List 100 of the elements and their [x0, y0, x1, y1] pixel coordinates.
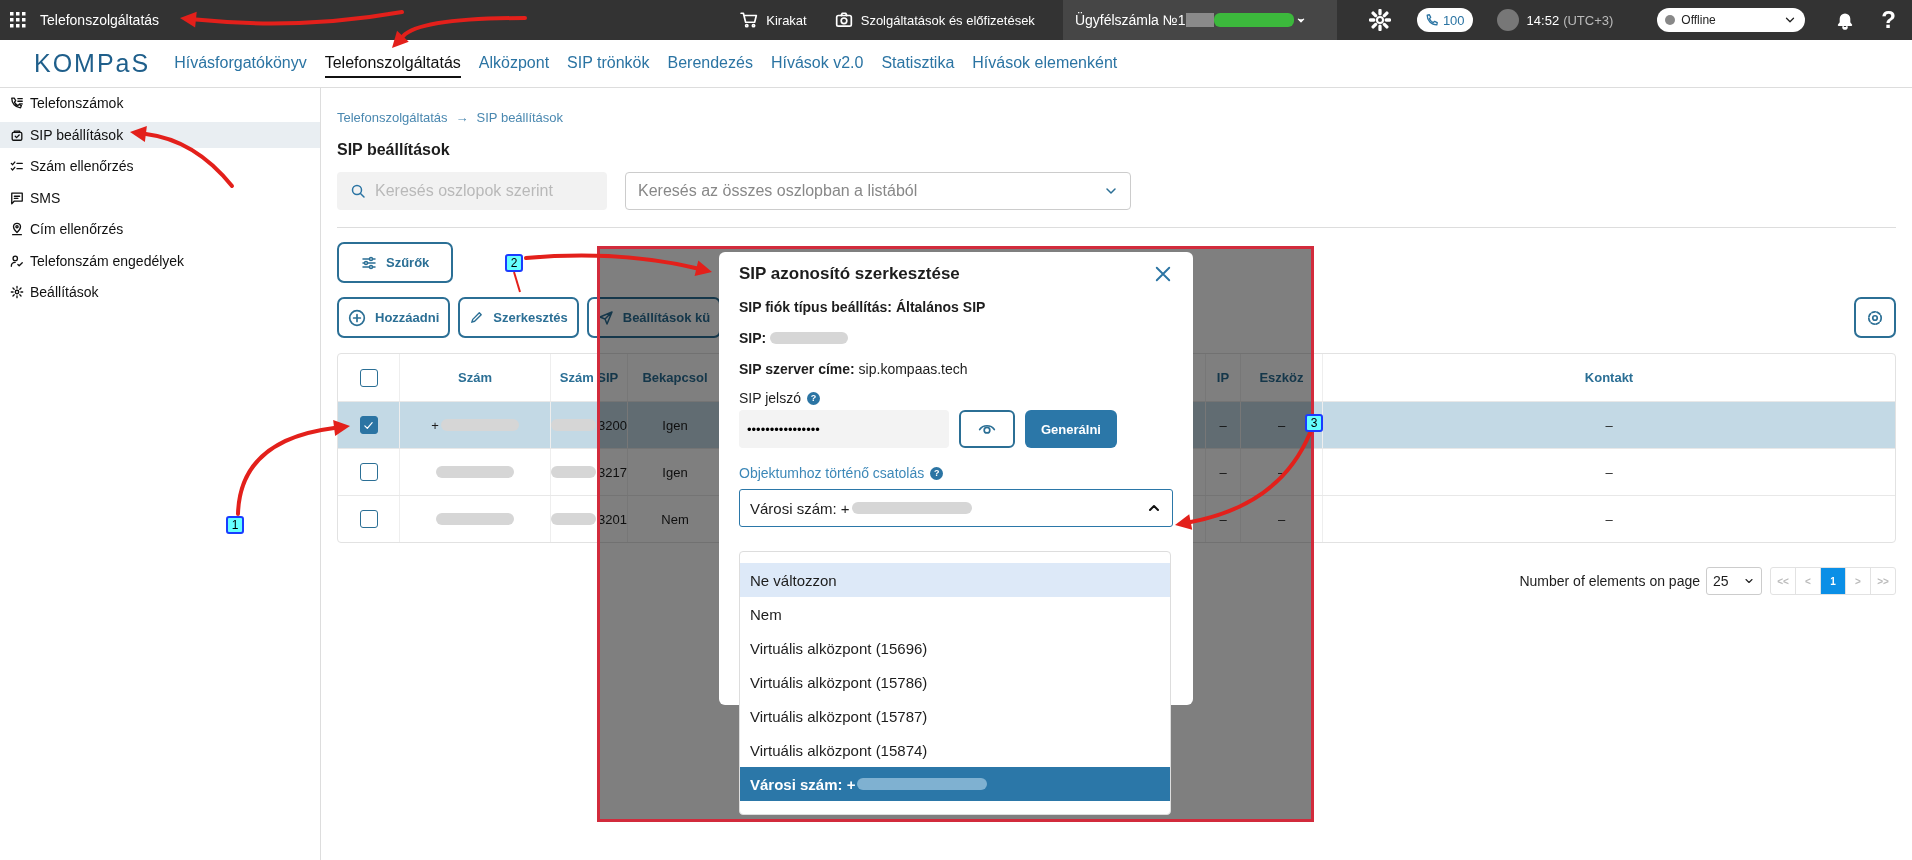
- table-cell: –: [1277, 511, 1286, 527]
- account-dropdown[interactable]: Ügyfélszámla №1: [1062, 0, 1337, 40]
- help-icon[interactable]: ?: [807, 391, 820, 405]
- checklist-icon: [10, 159, 24, 173]
- calls-counter[interactable]: 100: [1416, 8, 1473, 32]
- status-dropdown[interactable]: Offline: [1657, 8, 1806, 32]
- redacted-block: [551, 419, 597, 431]
- gear-icon: [10, 285, 24, 299]
- breadcrumb-link[interactable]: Telefonszolgáltatás: [337, 110, 448, 125]
- sidebar-item[interactable]: Telefonszám engedélyek: [0, 247, 320, 274]
- table-cell: –: [1219, 417, 1227, 433]
- person-check-icon: [10, 253, 24, 268]
- avatar[interactable]: [1496, 9, 1519, 31]
- table-cell: 3201: [598, 511, 627, 527]
- leader-line: [513, 271, 521, 293]
- dropdown-option[interactable]: Virtuális alközpont (15787): [740, 699, 1170, 733]
- pencil-icon: [469, 310, 485, 325]
- table-cell: –: [1277, 417, 1286, 433]
- bag-check-icon: [10, 127, 24, 142]
- table-cell: Igen: [662, 417, 688, 433]
- row-checkbox[interactable]: [359, 416, 378, 434]
- help-link[interactable]: ?: [1881, 6, 1896, 34]
- nav-tab[interactable]: Berendezés: [667, 49, 753, 78]
- password-field[interactable]: ••••••••••••••••: [739, 410, 949, 448]
- gear-icon: [1866, 308, 1884, 327]
- page-title: SIP beállítások: [337, 141, 451, 159]
- phone-icon: [1424, 13, 1439, 27]
- select-all-checkbox[interactable]: [359, 368, 378, 387]
- page-button[interactable]: 1: [1820, 568, 1845, 594]
- step-badge: 3: [1305, 414, 1323, 432]
- nav-tab[interactable]: Hívások elemenként: [972, 49, 1118, 78]
- show-password-button[interactable]: [959, 410, 1015, 448]
- nav-tab[interactable]: Hívások v2.0: [770, 49, 864, 78]
- table-cell: 3217: [598, 464, 627, 480]
- nav-tab[interactable]: Alközpont: [478, 49, 550, 78]
- action-button[interactable]: Szerkesztés: [458, 297, 579, 338]
- action-button[interactable]: Beállítások kü: [586, 297, 722, 338]
- cart-icon: [740, 11, 759, 29]
- dropdown-option[interactable]: Virtuális alközpont (15874): [740, 733, 1170, 767]
- binding-select[interactable]: Városi szám: +: [739, 489, 1173, 527]
- close-icon: [1153, 264, 1173, 284]
- table-cell: –: [1605, 417, 1613, 433]
- table-settings-button[interactable]: [1854, 297, 1896, 338]
- sliders-icon: [361, 254, 377, 271]
- paper-plane-icon: [597, 309, 614, 326]
- column-header[interactable]: Bekapcsol: [642, 370, 708, 385]
- dropdown-option[interactable]: Városi szám: +: [740, 767, 1170, 801]
- dropdown-option[interactable]: Virtuális alközpont (15786): [740, 665, 1170, 699]
- table-cell: +: [431, 417, 439, 433]
- app-grid-icon[interactable]: [10, 12, 26, 28]
- sip-label: SIP:: [739, 330, 767, 346]
- table-cell: –: [1605, 511, 1613, 527]
- page-size-select[interactable]: 25: [1706, 567, 1762, 595]
- table-cell: –: [1605, 464, 1613, 480]
- action-button[interactable]: Hozzáadni: [337, 297, 451, 338]
- logo[interactable]: KOMPaS: [34, 49, 151, 78]
- column-search-dropdown[interactable]: Keresés az összes oszlopban a listából: [625, 172, 1131, 210]
- nav-tab[interactable]: Hívásforgatókönyv: [174, 49, 307, 78]
- modal-title: SIP azonosító szerkesztése: [739, 264, 960, 284]
- redacted-block: [551, 466, 597, 478]
- dropdown-option[interactable]: Virtuális alközpont (15696): [740, 631, 1170, 665]
- camera-icon: [834, 11, 853, 29]
- sidebar-item[interactable]: Telefonszámok: [0, 90, 320, 116]
- sidebar-item[interactable]: Cím ellenőrzés: [0, 216, 320, 242]
- generate-button[interactable]: Generálni: [1025, 410, 1117, 448]
- column-header[interactable]: Kontakt: [1584, 370, 1634, 385]
- help-icon[interactable]: ?: [930, 466, 944, 480]
- dropdown-option[interactable]: Nem: [740, 597, 1170, 631]
- nav-tab[interactable]: Telefonszolgáltatás: [324, 49, 461, 78]
- row-checkbox[interactable]: [359, 510, 378, 528]
- sidebar-item[interactable]: Szám ellenőrzés: [0, 153, 320, 179]
- nav-tab[interactable]: Statisztika: [881, 49, 955, 78]
- table-cell: Igen: [662, 464, 688, 480]
- breadcrumb-current: SIP beállítások: [476, 110, 564, 125]
- account-type-text: SIP fiók típus beállítás: Általános SIP: [739, 299, 987, 315]
- timezone: (UTC+3): [1563, 12, 1614, 28]
- column-header[interactable]: Szám: [458, 370, 492, 385]
- sidebar-item[interactable]: SIP beállítások: [0, 121, 320, 148]
- row-checkbox[interactable]: [359, 463, 378, 481]
- shop-link[interactable]: Kirakat: [740, 11, 807, 29]
- plus-circle-icon: [348, 308, 366, 327]
- clock-time: 14:52: [1526, 12, 1560, 28]
- binding-label: Objektumhoz történő csatolás: [739, 465, 925, 481]
- dropdown-option[interactable]: Ne változzon: [740, 563, 1170, 597]
- settings-icon: [1368, 9, 1391, 31]
- search-icon: [350, 183, 366, 199]
- column-header[interactable]: IP: [1216, 370, 1230, 385]
- column-header[interactable]: Eszköz: [1259, 370, 1304, 385]
- step-badge: 2: [505, 254, 523, 272]
- redacted-block: [551, 513, 597, 525]
- table-cell: –: [1219, 511, 1227, 527]
- message-icon: [10, 190, 24, 205]
- sidebar-item[interactable]: SMS: [0, 184, 320, 211]
- location-pin-icon: [10, 222, 24, 236]
- sidebar-item[interactable]: Beállítások: [0, 279, 320, 305]
- filters-button[interactable]: Szűrők: [337, 242, 454, 283]
- table-cell: Nem: [661, 511, 689, 527]
- services-link[interactable]: Szolgáltatások és előfizetések: [834, 11, 1035, 29]
- search-field[interactable]: Keresés oszlopok szerint: [337, 172, 607, 210]
- nav-tab[interactable]: SIP trönkök: [567, 49, 650, 78]
